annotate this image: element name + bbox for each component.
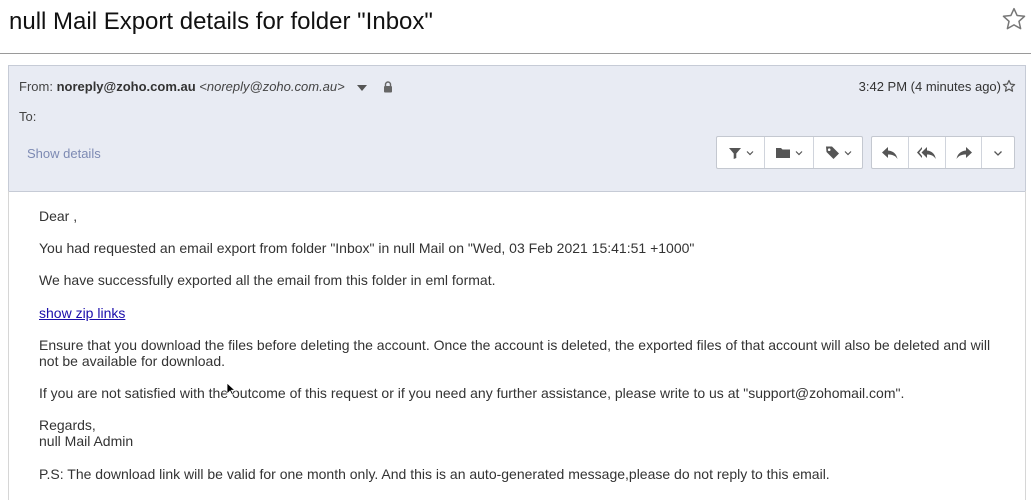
forward-icon xyxy=(956,146,972,159)
ps-note: P.S: The download link will be valid for… xyxy=(39,466,830,482)
tag-icon xyxy=(825,146,839,159)
greeting: Dear , xyxy=(39,208,78,224)
show-zip-links-link[interactable]: show zip links xyxy=(39,305,125,321)
from-label: From: xyxy=(19,79,53,94)
chevron-down-icon[interactable] xyxy=(357,84,368,91)
chevron-down-icon xyxy=(746,150,753,155)
reply-all-button[interactable] xyxy=(909,137,946,168)
reply-all-icon xyxy=(917,146,936,159)
signature-text: null Mail Admin xyxy=(39,433,134,449)
chevron-down-icon xyxy=(795,150,803,155)
message-actions-toolbar xyxy=(871,136,1015,169)
chevron-down-icon xyxy=(844,150,851,155)
message-header: From: noreply@zoho.com.au <noreply@zoho.… xyxy=(8,65,1026,192)
email-subject: null Mail Export details for folder "Inb… xyxy=(9,8,433,35)
lock-icon xyxy=(383,81,392,93)
forward-button[interactable] xyxy=(946,137,982,168)
body-paragraph-warning-2: not be available for download. xyxy=(39,353,226,369)
regards-text: Regards, xyxy=(39,417,96,433)
zip-links-container: show zip links xyxy=(39,305,125,321)
star-icon[interactable] xyxy=(1001,6,1027,32)
mouse-cursor-icon xyxy=(226,382,236,396)
message-time: 3:42 PM (4 minutes ago) xyxy=(858,79,1001,94)
from-line: From: noreply@zoho.com.au <noreply@zoho.… xyxy=(19,79,393,94)
tag-button[interactable] xyxy=(814,137,862,168)
more-actions-button[interactable] xyxy=(982,137,1014,168)
sender-address[interactable]: noreply@zoho.com.au xyxy=(57,79,196,94)
body-paragraph-warning-1: Ensure that you download the files befor… xyxy=(39,337,991,353)
subject-bar: null Mail Export details for folder "Inb… xyxy=(0,0,1031,54)
filter-button[interactable] xyxy=(717,137,765,168)
reply-icon xyxy=(882,146,898,159)
body-paragraph-request: You had requested an email export from f… xyxy=(39,240,695,256)
folder-icon xyxy=(776,148,790,158)
body-paragraph-support: If you are not satisfied with the outcom… xyxy=(39,385,905,401)
sender-display: <noreply@zoho.com.au> xyxy=(199,79,345,94)
move-to-folder-button[interactable] xyxy=(765,137,814,168)
to-label: To: xyxy=(19,109,37,124)
reply-button[interactable] xyxy=(872,137,909,168)
show-details-link[interactable]: Show details xyxy=(27,146,101,161)
star-icon[interactable] xyxy=(1002,79,1016,93)
organize-toolbar xyxy=(716,136,863,169)
filter-icon xyxy=(728,147,741,159)
body-paragraph-exported: We have successfully exported all the em… xyxy=(39,272,496,288)
more-icon xyxy=(994,150,1002,156)
